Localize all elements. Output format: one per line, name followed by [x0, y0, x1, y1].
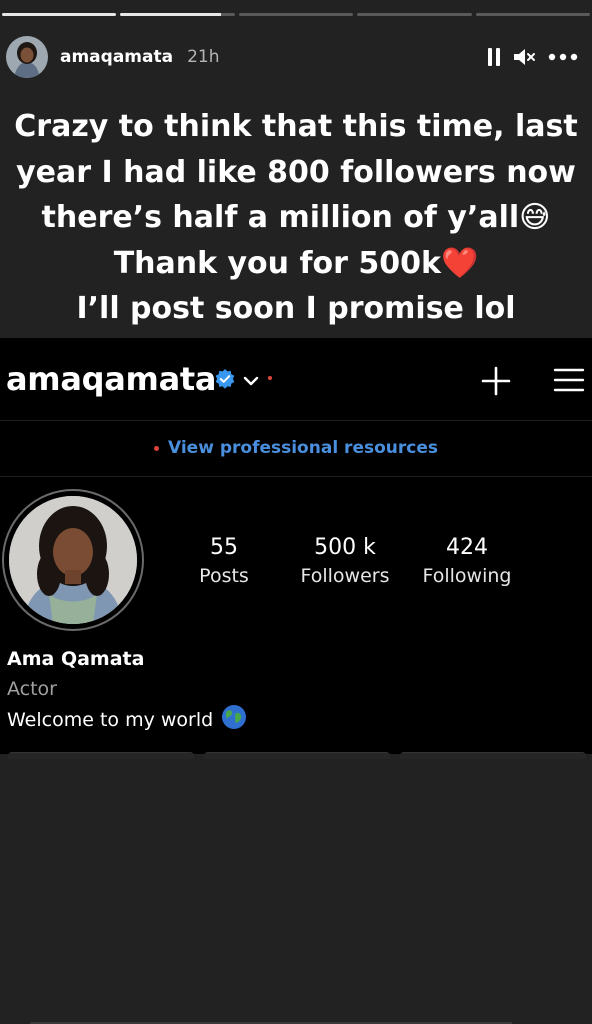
stat-value: 55	[210, 535, 238, 560]
verified-badge-icon	[214, 368, 236, 394]
menu-icon[interactable]	[553, 367, 585, 397]
caption-line: Crazy to think that this time, last	[14, 109, 578, 144]
pause-icon[interactable]	[486, 45, 502, 69]
stat-label: Followers	[300, 565, 390, 587]
profile-action-button[interactable]	[400, 752, 586, 759]
professional-resources-link[interactable]: View professional resources	[168, 438, 438, 458]
stat-value: 424	[446, 535, 488, 560]
story-controls	[486, 45, 578, 69]
profile-name: Ama Qamata	[7, 648, 145, 670]
story-caption: Crazy to think that this time, last year…	[10, 104, 582, 332]
mute-icon[interactable]	[512, 45, 538, 69]
stat-label: Following	[422, 565, 512, 587]
profile-bio: Welcome to my world	[7, 704, 247, 735]
profile-avatar[interactable]	[2, 489, 144, 631]
profile-category: Actor	[7, 678, 57, 700]
profile-handle[interactable]: amaqamata	[6, 360, 216, 398]
caption-line: year I had like 800 followers now	[16, 154, 576, 190]
stat-value: 500 k	[314, 535, 376, 560]
notification-dot	[154, 445, 159, 451]
stat-posts[interactable]: 55 Posts	[164, 534, 284, 590]
progress-segment	[357, 13, 472, 16]
progress-segment	[2, 13, 117, 16]
profile-screenshot: amaqamata View professional resources 55…	[0, 338, 592, 759]
caption-line: there’s half a million of y’all😅	[41, 200, 551, 235]
profile-action-button[interactable]	[8, 752, 194, 759]
professional-resources-row[interactable]: View professional resources	[0, 420, 592, 477]
globe-icon	[221, 704, 247, 735]
notification-dot	[268, 376, 272, 380]
story-header: amaqamata 21h	[6, 34, 578, 80]
stat-label: Posts	[199, 565, 249, 587]
profile-action-button[interactable]	[204, 752, 390, 759]
progress-segment-current	[120, 13, 235, 16]
progress-segment	[475, 13, 591, 16]
profile-action-buttons	[8, 752, 586, 759]
story-timestamp: 21h	[187, 47, 220, 67]
chevron-down-icon[interactable]	[243, 372, 259, 391]
story-avatar[interactable]	[6, 36, 48, 78]
progress-segment	[238, 13, 354, 16]
story-progress-bar	[0, 13, 592, 17]
stat-following[interactable]: 424 Following	[407, 534, 527, 590]
more-icon[interactable]	[548, 45, 578, 69]
caption-line: I’ll post soon I promise lol	[76, 291, 516, 326]
bio-text: Welcome to my world	[7, 708, 214, 731]
stat-followers[interactable]: 500 k Followers	[285, 534, 405, 590]
caption-line: Thank you for 500k❤️	[113, 245, 479, 281]
create-plus-icon[interactable]	[480, 365, 512, 401]
profile-top-bar: amaqamata	[0, 338, 592, 421]
story-username[interactable]: amaqamata	[60, 47, 173, 67]
